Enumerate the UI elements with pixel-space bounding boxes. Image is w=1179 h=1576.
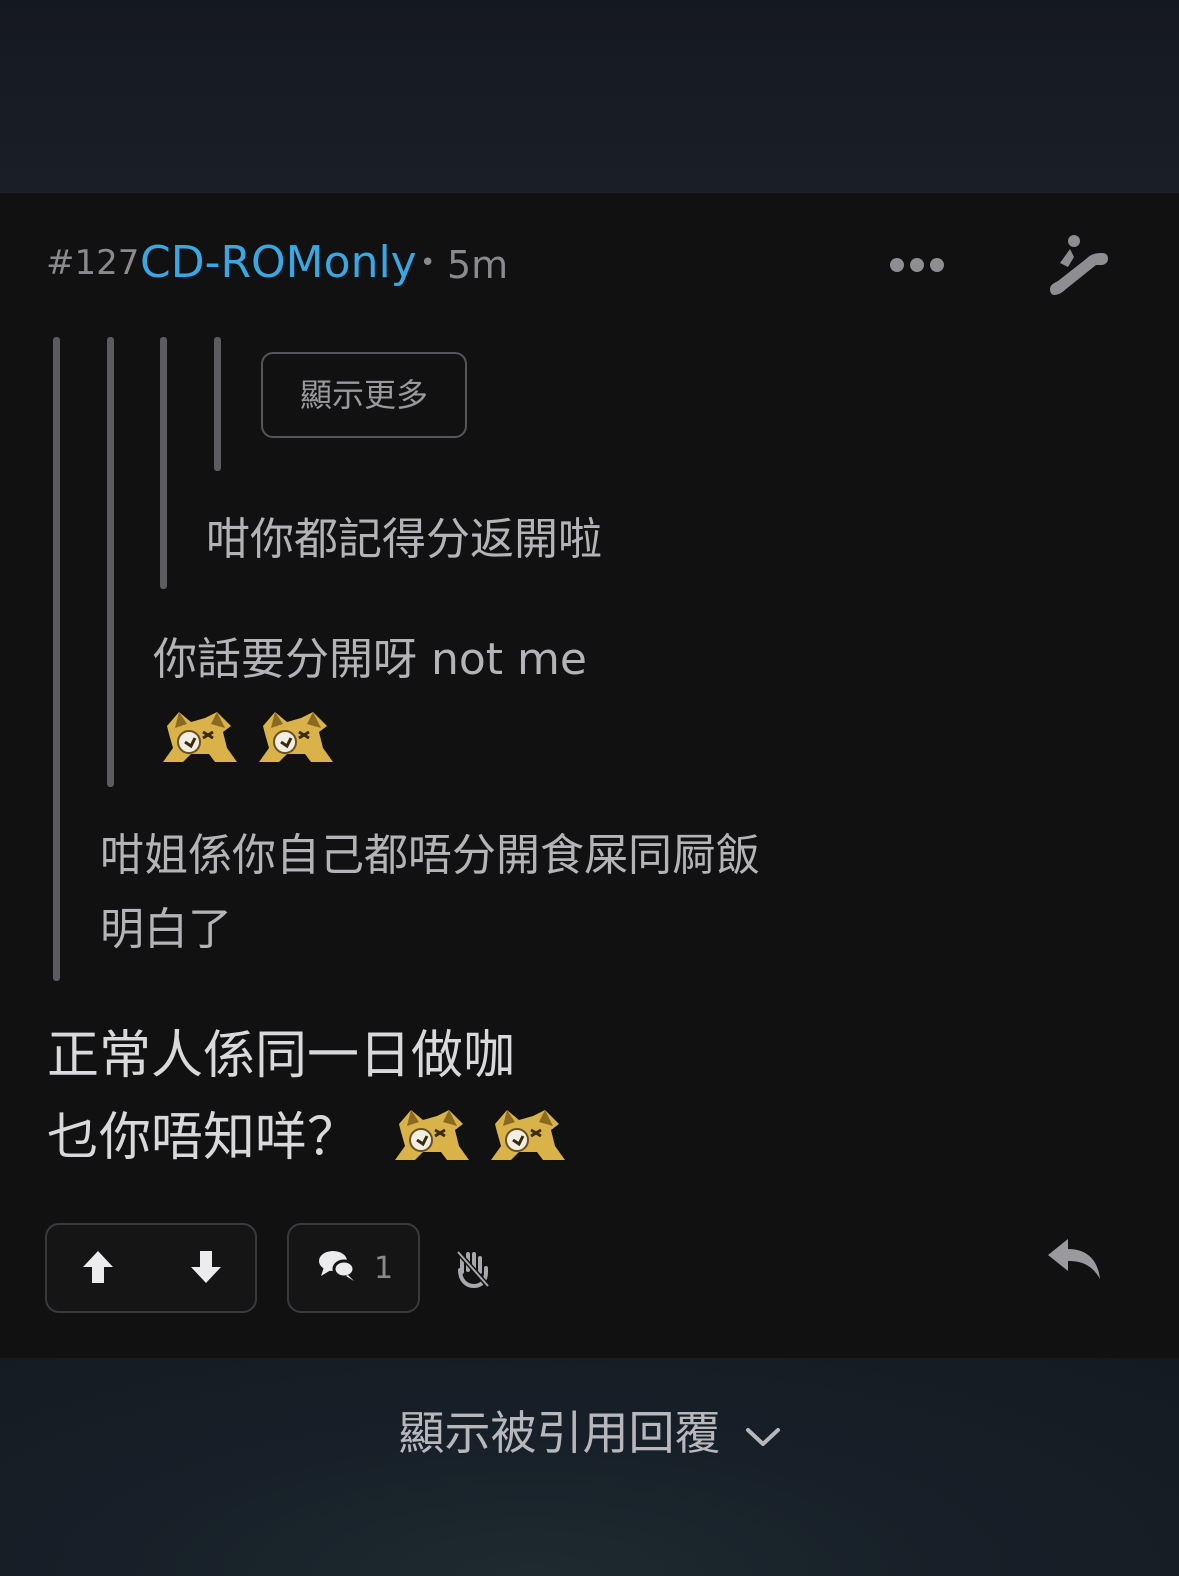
quote-bar-level-4 xyxy=(214,337,221,471)
post-header: #127 CD-ROMonly • 5m xyxy=(0,193,1179,343)
quote-level-1-line-2: 明白了 xyxy=(100,904,232,955)
quote-bar-level-2 xyxy=(107,337,114,787)
hand-icon[interactable] xyxy=(456,1250,490,1288)
post-number: #127 xyxy=(46,243,140,283)
show-quoted-replies-label: 顯示被引用回覆 xyxy=(398,1406,721,1460)
chevron-down-icon xyxy=(745,1427,780,1446)
show-more-button[interactable]: 顯示更多 xyxy=(261,352,467,438)
reply-line-2: 乜你唔知咩？ xyxy=(47,1108,360,1168)
laughing-dog-emoji xyxy=(163,712,237,762)
quoted-replies-bar[interactable]: 顯示被引用回覆 xyxy=(0,1358,1179,1576)
previous-post-area xyxy=(0,0,1179,193)
more-icon[interactable] xyxy=(889,256,945,274)
quote-level-2-text: 你話要分開呀 not me xyxy=(153,634,587,685)
vote-button-group xyxy=(45,1223,257,1313)
comment-icon xyxy=(319,1251,356,1281)
laughing-dog-emoji xyxy=(491,1110,565,1160)
author-name[interactable]: CD-ROMonly xyxy=(140,237,417,289)
meta-separator: • xyxy=(420,248,436,278)
reply-icon[interactable] xyxy=(1046,1237,1102,1281)
quote-bar-level-3 xyxy=(160,337,167,589)
reply-line-1: 正常人係同一日做咖 xyxy=(47,1026,516,1086)
laughing-dog-emoji xyxy=(395,1110,469,1160)
post-time: 5m xyxy=(447,243,509,287)
quote-level-3-text: 咁你都記得分返開啦 xyxy=(206,514,602,565)
comment-count: 1 xyxy=(374,1251,394,1286)
quote-bar-level-1 xyxy=(53,337,60,981)
escalator-icon[interactable] xyxy=(1046,233,1110,297)
upvote-icon[interactable] xyxy=(82,1249,114,1285)
laughing-dog-emoji xyxy=(259,712,333,762)
show-quoted-replies-button[interactable]: 顯示被引用回覆 xyxy=(0,1398,1179,1468)
quote-level-1-line-1: 咁姐係你自己都唔分開食屎同屙飯 xyxy=(100,830,760,881)
thread-page: #127 CD-ROMonly • 5m 顯示更多 咁你都記得分返開啦 你話要分… xyxy=(0,0,1179,1576)
downvote-icon[interactable] xyxy=(190,1249,222,1285)
post-127: #127 CD-ROMonly • 5m 顯示更多 咁你都記得分返開啦 你話要分… xyxy=(0,193,1179,1365)
